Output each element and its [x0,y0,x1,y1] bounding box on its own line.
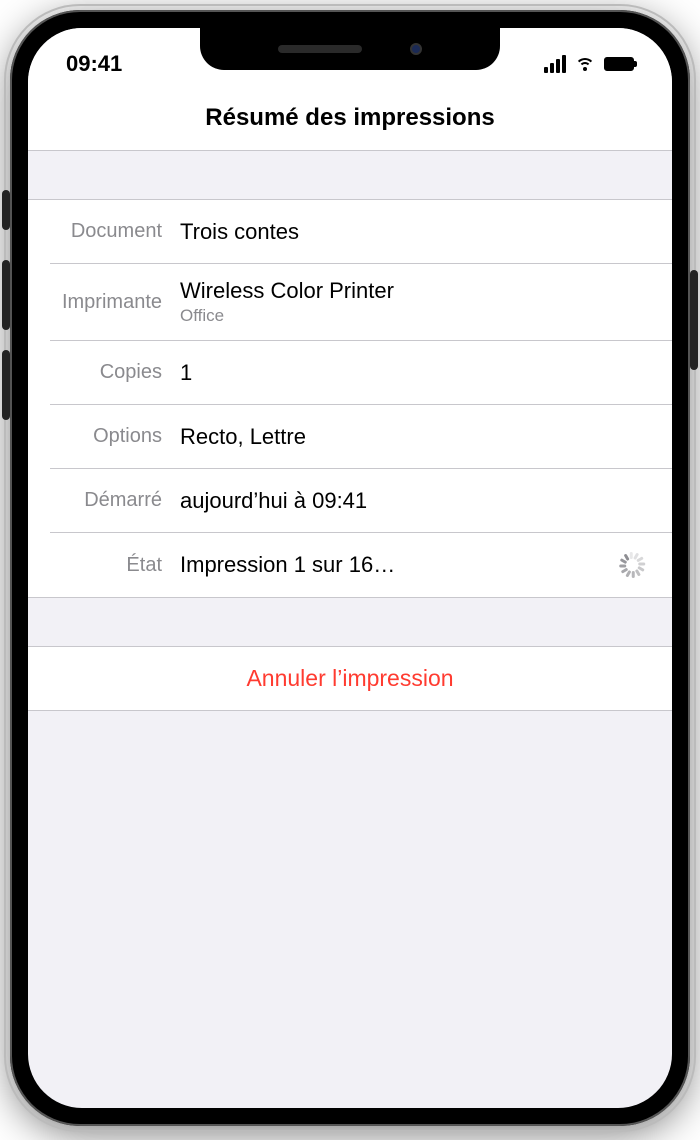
label-document: Document [50,220,180,243]
label-status: État [50,554,180,577]
label-copies: Copies [50,361,180,384]
action-group: Annuler l’impression [28,646,672,711]
row-started: Démarré aujourd’hui à 09:41 [50,469,672,533]
cancel-print-button[interactable]: Annuler l’impression [28,647,672,710]
cellular-signal-icon [544,55,566,73]
wifi-icon [574,55,596,73]
value-started: aujourd’hui à 09:41 [180,488,650,514]
value-printer: Wireless Color Printer [180,278,650,304]
row-printer: Imprimante Wireless Color Printer Office [50,264,672,341]
value-document: Trois contes [180,219,650,245]
row-copies: Copies 1 [50,341,672,405]
navbar-title: Résumé des impressions [28,88,672,151]
value-copies: 1 [180,360,650,386]
spinner-icon [618,552,644,578]
label-options: Options [50,425,180,448]
value-options: Recto, Lettre [180,424,650,450]
label-started: Démarré [50,489,180,512]
row-options: Options Recto, Lettre [50,405,672,469]
row-status: État Impression 1 sur 16… [50,533,672,597]
status-time: 09:41 [66,51,196,77]
value-printer-location: Office [180,306,650,326]
value-status: Impression 1 sur 16… [180,552,618,578]
row-document: Document Trois contes [50,200,672,264]
battery-icon [604,57,634,71]
print-summary-list: Document Trois contes Imprimante Wireles… [28,199,672,598]
screen: 09:41 Résumé des impressions Document Tr… [28,28,672,1108]
label-printer: Imprimante [50,291,180,314]
device-frame: 09:41 Résumé des impressions Document Tr… [10,10,690,1126]
